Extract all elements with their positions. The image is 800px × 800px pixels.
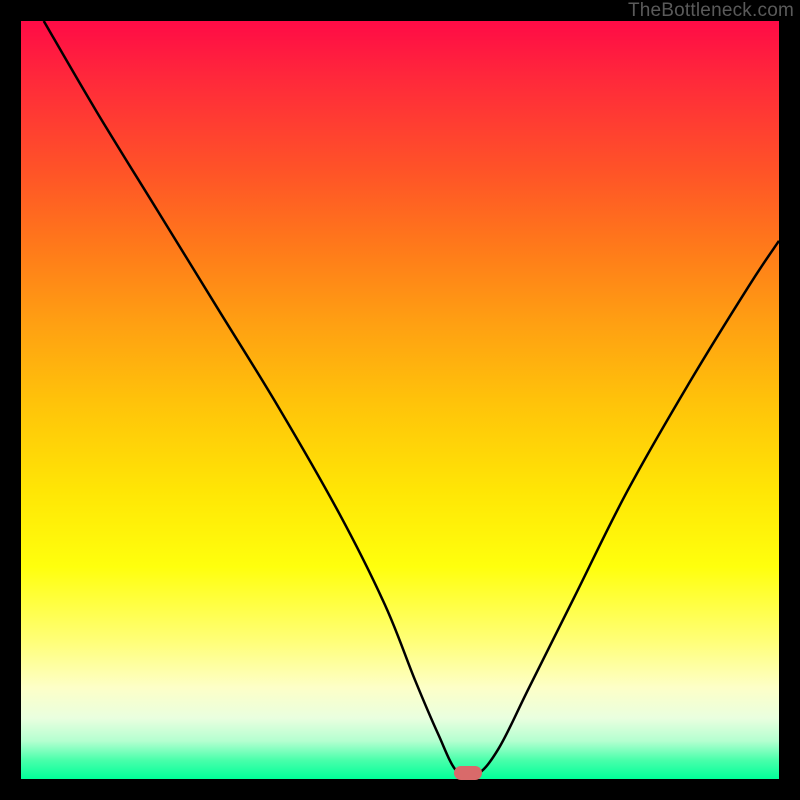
plot-area [21,21,779,779]
chart-container: TheBottleneck.com [0,0,800,800]
minimum-marker [454,766,482,780]
bottleneck-curve-path [44,21,779,778]
watermark-text: TheBottleneck.com [628,0,794,22]
curve-svg [21,21,779,779]
